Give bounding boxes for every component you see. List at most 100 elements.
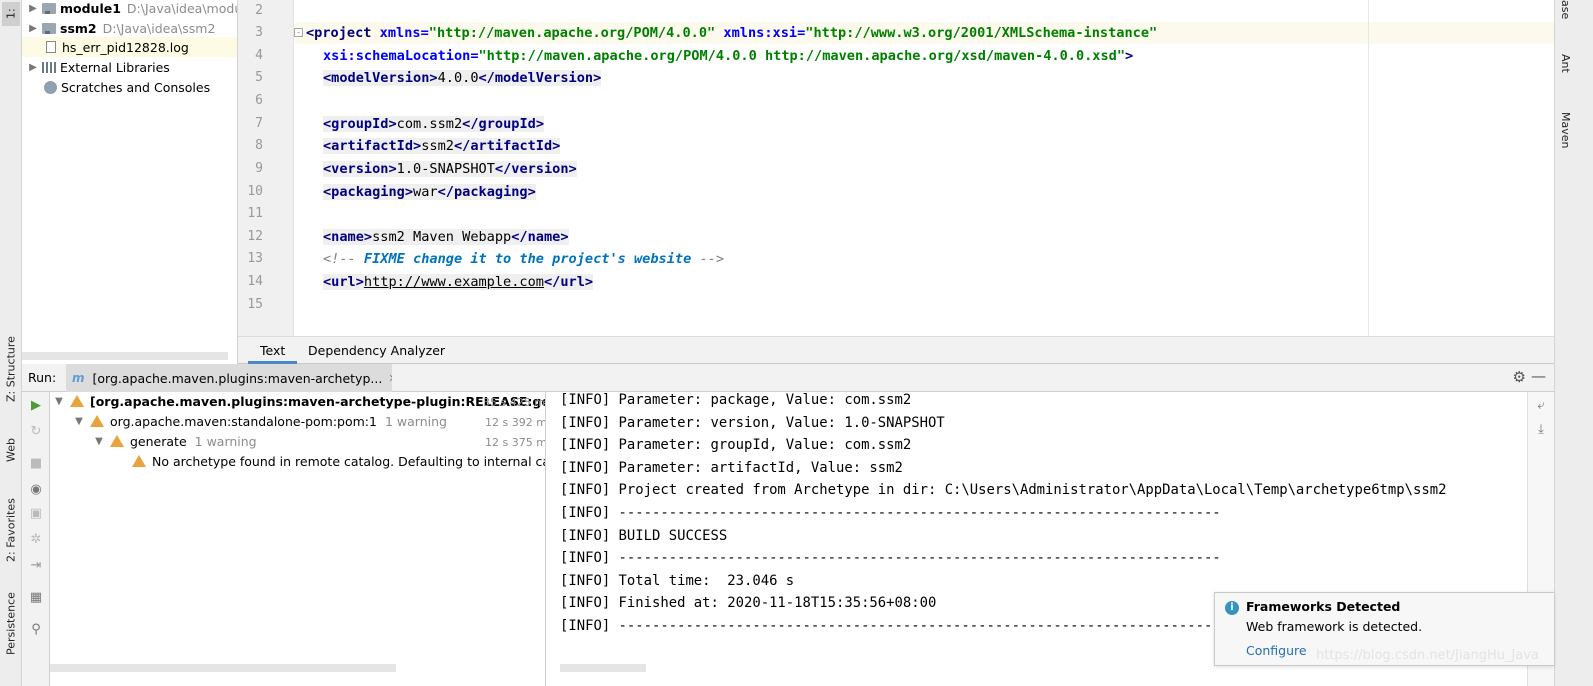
console-line: [INFO] ---------------------------------… — [560, 550, 1221, 567]
chevron-down-icon[interactable]: ▼ — [72, 412, 86, 432]
console-line: [INFO] Parameter: version, Value: 1.0-SN… — [560, 414, 945, 431]
console-line: [INFO] ---------------------------------… — [560, 618, 1221, 634]
scroll-to-end-icon[interactable]: ⤓ — [1533, 422, 1549, 438]
console-scrollbar[interactable] — [560, 664, 646, 672]
chevron-right-icon[interactable]: ▶ — [26, 3, 40, 14]
run-tab[interactable]: m [org.apache.maven.plugins:maven-archet… — [66, 364, 392, 392]
line-number: 5 — [255, 70, 263, 85]
tree-horizontal-scrollbar[interactable] — [22, 352, 228, 360]
code-token: <artifactId> — [323, 138, 422, 154]
tool-tab-database[interactable]: ase — [1559, 0, 1572, 19]
run-tree-label: [org.apache.maven.plugins:maven-archetyp… — [90, 394, 546, 409]
scratches-icon — [44, 80, 57, 94]
rerun-failed-icon[interactable]: ↻ — [28, 424, 44, 440]
code-token: </version> — [494, 161, 577, 177]
tree-item-label: External Libraries — [60, 59, 170, 75]
minimize-icon[interactable]: — — [1531, 367, 1546, 385]
right-margin-guide — [1368, 0, 1369, 336]
tree-item-scratches[interactable]: Scratches and Consoles — [22, 77, 210, 97]
chevron-right-icon[interactable]: ▶ — [26, 23, 40, 34]
line-number: 13 — [247, 251, 263, 266]
code-token: com.ssm2 — [396, 116, 463, 132]
camera-icon[interactable]: ▣ — [28, 506, 44, 522]
tree-item-module1[interactable]: ▶ module1 D:\Java\idea\module1 — [22, 0, 237, 18]
code-editor[interactable]: 2 3 4 5 6 7 8 9 10 11 12 13 14 15 - <pro… — [238, 0, 1554, 336]
module-folder-icon — [42, 22, 56, 34]
tool-tab-ant[interactable]: Ant — [1559, 54, 1572, 73]
code-token: </artifactId> — [453, 138, 561, 154]
console-line: [INFO] Total time: 23.046 s — [560, 572, 795, 589]
warning-icon — [90, 415, 104, 427]
code-line-3: <project xmlns="http://maven.apache.org/… — [306, 22, 1157, 44]
console-line: [INFO] Project created from Archetype in… — [560, 482, 1447, 499]
run-tree-row[interactable]: ▼ [org.apache.maven.plugins:maven-archet… — [52, 392, 546, 412]
info-icon: i — [1225, 601, 1239, 615]
run-label: Run: — [28, 370, 57, 385]
soft-wrap-icon[interactable]: ⤶ — [1533, 398, 1549, 414]
line-number: 3 — [255, 25, 263, 40]
maven-icon: m — [72, 371, 85, 385]
code-link[interactable]: http://www.example.com — [364, 274, 544, 290]
close-icon[interactable]: ✕ — [388, 372, 392, 385]
code-token: xsi:schemaLocation= — [323, 48, 479, 64]
module-folder-icon — [42, 2, 56, 14]
run-tree: ▼ [org.apache.maven.plugins:maven-archet… — [50, 392, 546, 686]
code-line-4: xsi:schemaLocation="http://maven.apache.… — [323, 45, 1133, 67]
tool-tab-maven[interactable]: Maven — [1559, 112, 1572, 148]
run-toolbar: ▶ ↻ ■ ◉ ▣ ✲ ⇥ ▦ ⚲ — [22, 392, 50, 686]
chevron-down-icon[interactable]: ▼ — [92, 432, 106, 452]
tree-item-external-libraries[interactable]: ▶ External Libraries — [22, 57, 170, 77]
fold-icon[interactable]: - — [294, 28, 303, 37]
notification-title: Frameworks Detected — [1246, 599, 1401, 614]
code-token: ssm2 Maven Webapp — [372, 229, 512, 245]
run-tree-row[interactable]: ▼ org.apache.maven:standalone-pom:pom:1 … — [72, 412, 447, 432]
code-token: "http://www.w3.org/2001/XMLSchema-instan… — [805, 25, 1158, 41]
eye-icon[interactable]: ◉ — [28, 482, 44, 498]
line-number: 7 — [255, 116, 263, 131]
chevron-right-icon[interactable]: ▶ — [26, 62, 40, 73]
tab-text[interactable]: Text — [248, 337, 298, 364]
console-line: [INFO] BUILD SUCCESS — [560, 527, 728, 544]
tool-tab-web[interactable]: Web — [2, 428, 20, 472]
tree-item-log-file[interactable]: hs_err_pid12828.log — [22, 37, 237, 57]
configure-link[interactable]: Configure — [1246, 643, 1307, 658]
gear-icon[interactable]: ⚙ — [1513, 368, 1526, 386]
layout-icon[interactable]: ▦ — [28, 590, 44, 606]
code-line-8: <artifactId>ssm2</artifactId> — [323, 135, 561, 157]
code-token: <version> — [323, 161, 397, 177]
tree-item-ssm2[interactable]: ▶ ssm2 D:\Java\idea\ssm2 — [22, 18, 215, 38]
export-icon[interactable]: ⇥ — [28, 558, 44, 574]
code-token: <name> — [323, 229, 373, 245]
run-tree-row[interactable]: No archetype found in remote catalog. De… — [132, 452, 545, 472]
code-line-7: <groupId>com.ssm2</groupId> — [323, 113, 544, 135]
tool-tab-persistence[interactable]: Persistence — [2, 584, 20, 664]
code-token: 4.0.0 — [437, 70, 479, 86]
pin-icon[interactable]: ⚲ — [28, 622, 44, 638]
tool-tab-project[interactable]: 1: — [2, 2, 20, 26]
settings-icon[interactable]: ✲ — [28, 532, 44, 548]
chevron-down-icon[interactable]: ▼ — [52, 392, 66, 412]
code-token: 1.0-SNAPSHOT — [396, 161, 495, 177]
watermark: https://blog.csdn.net/JiangHu_Java — [1316, 648, 1539, 663]
code-token: "http://maven.apache.org/POM/4.0.0 http:… — [478, 48, 1126, 64]
rerun-icon[interactable]: ▶ — [28, 398, 44, 414]
tab-dependency-analyzer[interactable]: Dependency Analyzer — [296, 337, 457, 364]
console-line: [INFO] Parameter: artifactId, Value: ssm… — [560, 459, 903, 476]
tool-tab-structure[interactable]: Z: Structure — [2, 330, 20, 408]
log-file-icon — [46, 41, 56, 53]
run-time: 35 s 425 ms — [483, 396, 546, 409]
line-number: 14 — [247, 274, 263, 289]
stop-icon[interactable]: ■ — [28, 456, 44, 472]
code-token: <packaging> — [323, 184, 414, 200]
tool-tab-favorites[interactable]: 2: Favorites — [2, 488, 20, 572]
warning-icon — [110, 435, 124, 447]
line-number: 2 — [255, 3, 263, 18]
run-tree-label: generate — [130, 434, 187, 449]
code-token: --> — [691, 251, 725, 267]
run-tree-scrollbar[interactable] — [50, 664, 396, 672]
line-number: 12 — [247, 229, 263, 244]
code-line-9: <version>1.0-SNAPSHOT</version> — [323, 158, 577, 180]
run-tree-row[interactable]: ▼ generate 1 warning — [92, 432, 256, 452]
line-number-gutter: 2 3 4 5 6 7 8 9 10 11 12 13 14 15 - — [238, 0, 303, 336]
line-number: 9 — [255, 161, 263, 176]
